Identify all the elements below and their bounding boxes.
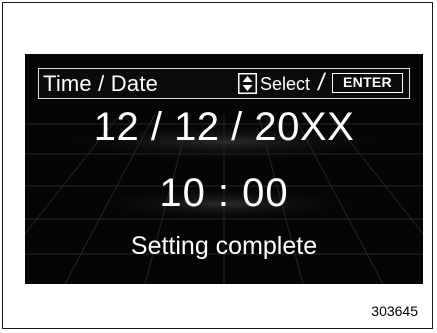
figure-frame: Time / Date Select / ENTER 12 / 12 / 20X… bbox=[2, 2, 433, 329]
date-value: 12 / 12 / 20XX bbox=[93, 105, 355, 149]
header-bar: Time / Date Select / ENTER bbox=[38, 68, 410, 99]
time-value: 10 : 00 bbox=[159, 171, 289, 215]
header-title: Time / Date bbox=[43, 71, 159, 96]
separator-slash: / bbox=[316, 69, 327, 96]
display-screen: Time / Date Select / ENTER 12 / 12 / 20X… bbox=[25, 54, 423, 284]
select-label: Select bbox=[260, 74, 311, 94]
status-message: Setting complete bbox=[130, 232, 318, 260]
up-down-arrows-icon bbox=[238, 73, 257, 94]
enter-key-icon: ENTER bbox=[332, 73, 403, 93]
figure-reference-number: 303645 bbox=[371, 303, 418, 319]
